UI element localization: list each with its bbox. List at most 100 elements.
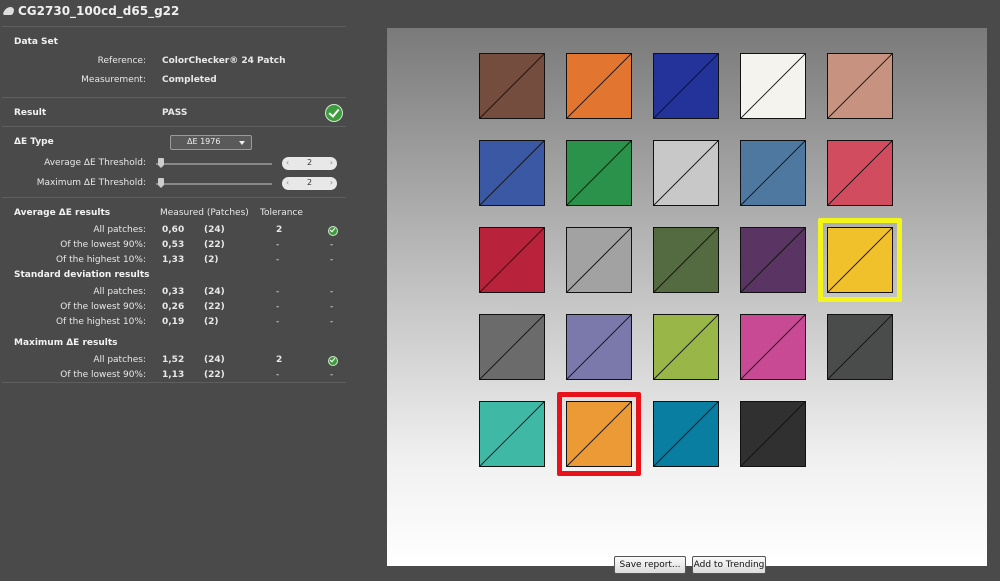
color-patch[interactable] — [653, 53, 719, 119]
row-status: - — [330, 302, 334, 312]
color-patch[interactable] — [566, 227, 632, 293]
row-label: All patches: — [93, 225, 146, 235]
color-patch[interactable] — [827, 314, 893, 380]
divider — [2, 197, 346, 198]
color-patch[interactable] — [566, 140, 632, 206]
de-type-label: ΔE Type — [14, 137, 54, 147]
color-patch[interactable] — [653, 227, 719, 293]
max-threshold-label: Maximum ΔE Threshold: — [36, 178, 146, 188]
row-patches: (22) — [204, 302, 225, 312]
row-status: - — [330, 370, 334, 380]
divider — [2, 97, 346, 98]
patch-panel: Save report... Add to Trending — [387, 28, 987, 574]
std-results-heading: Standard deviation results — [14, 270, 150, 280]
slider-thumb[interactable] — [158, 178, 164, 188]
color-patch[interactable] — [566, 401, 632, 467]
color-patch[interactable] — [740, 53, 806, 119]
row-tolerance: - — [276, 240, 280, 250]
color-patch[interactable] — [827, 140, 893, 206]
divider — [2, 126, 346, 127]
color-patch[interactable] — [566, 314, 632, 380]
increment-icon[interactable]: › — [330, 158, 333, 167]
check-icon — [328, 356, 338, 366]
avg-threshold-label: Average ΔE Threshold: — [44, 158, 146, 168]
color-patch[interactable] — [653, 314, 719, 380]
color-patch[interactable] — [479, 227, 545, 293]
row-label: Of the highest 10%: — [55, 317, 146, 327]
save-report-button[interactable]: Save report... — [614, 556, 686, 574]
color-patch[interactable] — [479, 314, 545, 380]
color-patch[interactable] — [479, 53, 545, 119]
window-title: CG2730_100cd_d65_g22 — [2, 4, 180, 18]
color-patch[interactable] — [653, 401, 719, 467]
row-patches: (24) — [204, 355, 225, 365]
row-measured: 0,19 — [162, 317, 185, 327]
row-label: Of the lowest 90%: — [60, 240, 146, 250]
color-patch[interactable] — [566, 53, 632, 119]
max-threshold-spinner[interactable]: ‹ 2 › — [282, 177, 337, 190]
row-patches: (24) — [204, 225, 225, 235]
row-patches: (2) — [204, 317, 219, 327]
row-status: - — [330, 287, 334, 297]
de-type-select[interactable]: ΔE 1976 — [170, 135, 252, 150]
row-patches: (2) — [204, 255, 219, 265]
app-icon — [2, 7, 16, 15]
avg-threshold-spinner[interactable]: ‹ 2 › — [282, 157, 337, 170]
row-status: - — [330, 240, 334, 250]
row-status: - — [330, 255, 334, 265]
color-patch[interactable] — [653, 140, 719, 206]
slider-thumb[interactable] — [158, 158, 164, 168]
row-status: - — [330, 317, 334, 327]
row-tolerance: - — [276, 255, 280, 265]
check-icon — [328, 226, 338, 236]
measurement-value: Completed — [162, 75, 217, 85]
row-tolerance: - — [276, 302, 280, 312]
row-measured: 0,26 — [162, 302, 185, 312]
row-measured: 0,33 — [162, 287, 185, 297]
row-patches: (24) — [204, 287, 225, 297]
row-patches: (22) — [204, 240, 225, 250]
row-tolerance: 2 — [276, 225, 283, 235]
row-label: Of the lowest 90%: — [60, 302, 146, 312]
col-measured-header: Measured (Patches) — [160, 208, 249, 218]
color-patch[interactable] — [740, 314, 806, 380]
col-tolerance-header: Tolerance — [260, 208, 303, 218]
color-patch[interactable] — [740, 401, 806, 467]
avg-threshold-slider[interactable] — [156, 158, 272, 168]
color-patch[interactable] — [479, 401, 545, 467]
row-label: All patches: — [93, 287, 146, 297]
max-results-heading: Maximum ΔE results — [14, 338, 118, 348]
row-tolerance: - — [276, 370, 280, 380]
max-threshold-value: 2 — [306, 178, 313, 187]
dataset-heading: Data Set — [14, 37, 58, 47]
row-label: Of the highest 10%: — [55, 255, 146, 265]
divider — [2, 26, 346, 27]
color-patch[interactable] — [740, 227, 806, 293]
chevron-down-icon — [239, 141, 245, 145]
row-tolerance: - — [276, 287, 280, 297]
measurement-label: Measurement: — [81, 75, 146, 85]
result-label: Result — [14, 108, 47, 118]
window-title-text: CG2730_100cd_d65_g22 — [18, 4, 180, 18]
increment-icon[interactable]: › — [330, 178, 333, 187]
row-tolerance: - — [276, 317, 280, 327]
avg-results-heading: Average ΔE results — [14, 208, 111, 218]
row-measured: 0,60 — [162, 225, 185, 235]
add-to-trending-button[interactable]: Add to Trending — [692, 556, 766, 574]
reference-value: ColorChecker® 24 Patch — [162, 56, 286, 66]
reference-label: Reference: — [97, 56, 146, 66]
row-label: Of the lowest 90%: — [60, 370, 146, 380]
row-measured: 1,52 — [162, 355, 185, 365]
avg-threshold-value: 2 — [306, 158, 313, 167]
row-tolerance: 2 — [276, 355, 283, 365]
row-patches: (22) — [204, 370, 225, 380]
color-patch[interactable] — [740, 140, 806, 206]
check-circle-icon — [325, 104, 343, 122]
row-measured: 1,13 — [162, 370, 185, 380]
max-threshold-slider[interactable] — [156, 178, 272, 188]
row-measured: 1,33 — [162, 255, 185, 265]
color-patch[interactable] — [827, 53, 893, 119]
color-patch[interactable] — [479, 140, 545, 206]
row-measured: 0,53 — [162, 240, 185, 250]
color-patch[interactable] — [827, 227, 893, 293]
